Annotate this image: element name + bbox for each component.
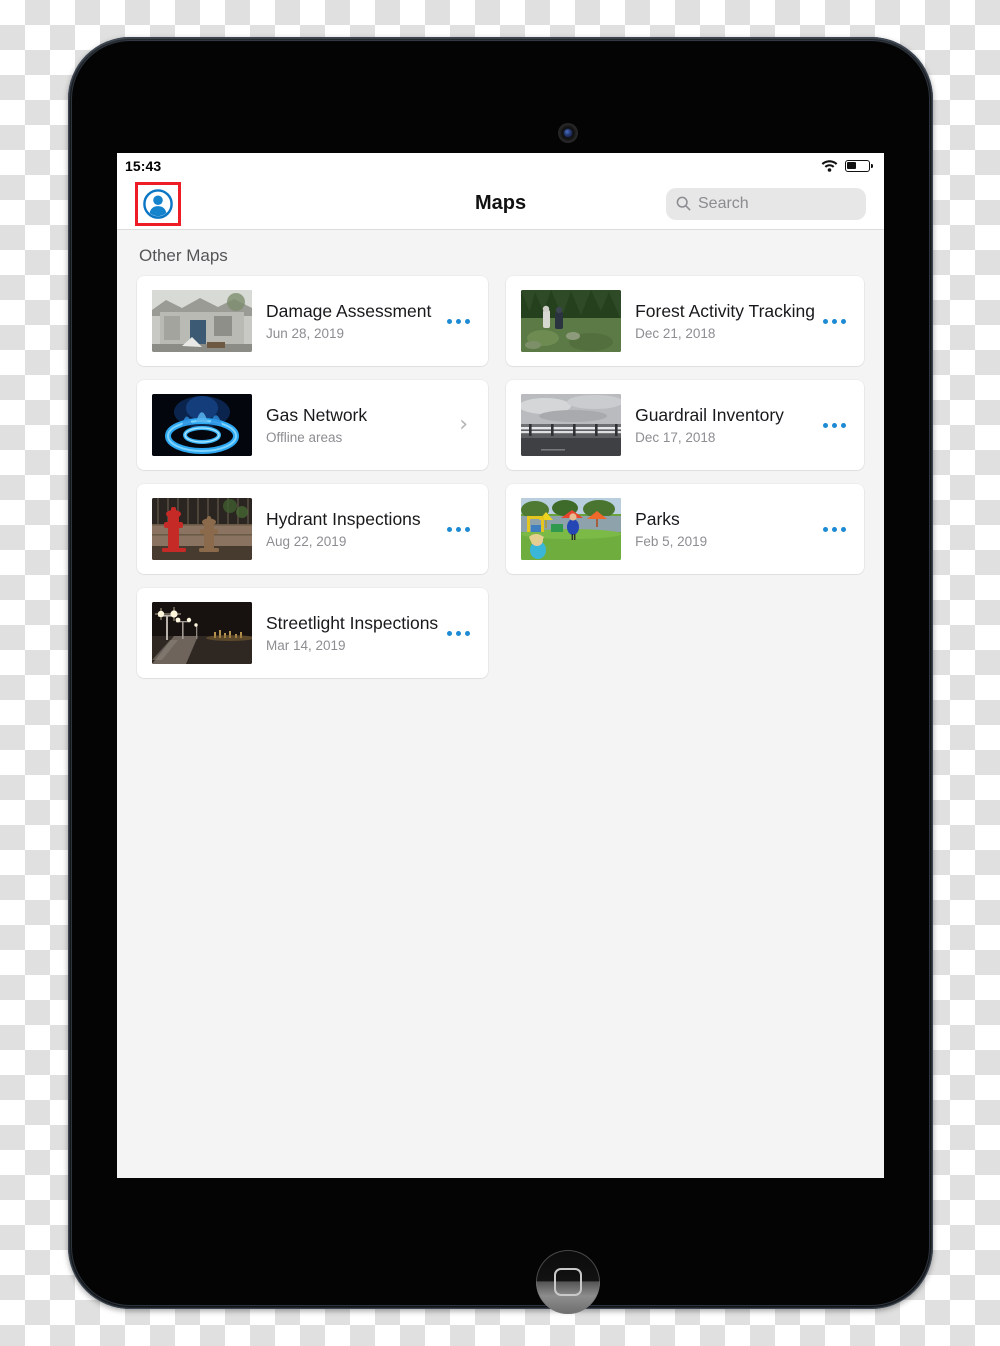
map-title: Damage Assessment — [266, 301, 432, 322]
profile-button[interactable] — [135, 181, 181, 226]
navigation-bar: Maps Search — [117, 178, 884, 230]
map-overflow-menu-icon[interactable] — [445, 623, 472, 644]
map-card-text: Guardrail Inventory Dec 17, 2018 — [621, 405, 815, 445]
map-thumbnail-night-streetlights — [152, 602, 252, 664]
map-card-gas-network[interactable]: Gas Network Offline areas › — [137, 380, 489, 470]
maps-card-grid: Damage Assessment Jun 28, 2019 Forest Ac… — [137, 276, 864, 678]
map-thumbnail-playground — [521, 498, 622, 560]
map-overflow-menu-icon[interactable] — [445, 311, 472, 332]
map-card-text: Forest Activity Tracking Dec 21, 2018 — [621, 301, 815, 341]
map-thumbnail-gas-burner — [152, 394, 252, 456]
map-overflow-menu-icon[interactable] — [445, 519, 472, 540]
map-card-guardrail-inventory[interactable]: Guardrail Inventory Dec 17, 2018 — [506, 380, 864, 470]
device-screen: 15:43 Maps Search Other Maps Damage Asse… — [117, 153, 884, 1178]
map-subtitle: Aug 22, 2019 — [266, 533, 347, 549]
camera-lens — [564, 129, 572, 137]
status-bar-indicators — [821, 159, 873, 172]
map-overflow-menu-icon[interactable] — [821, 311, 848, 332]
map-overflow-menu-icon[interactable] — [821, 519, 848, 540]
map-subtitle: Dec 17, 2018 — [635, 429, 716, 445]
battery-fill-level — [847, 161, 857, 170]
map-card-text: Damage Assessment Jun 28, 2019 — [252, 301, 439, 341]
map-overflow-menu-icon[interactable] — [821, 415, 848, 436]
map-title: Hydrant Inspections — [266, 509, 421, 530]
map-title: Forest Activity Tracking — [635, 301, 815, 322]
search-input[interactable]: Search — [666, 187, 866, 220]
maps-content-area: Other Maps Damage Assessment Jun 28, 201… — [117, 230, 884, 678]
map-card-text: Parks Feb 5, 2019 — [621, 509, 815, 549]
chevron-right-icon[interactable]: › — [455, 408, 472, 442]
profile-avatar-icon — [143, 188, 173, 219]
map-subtitle: Dec 21, 2018 — [635, 325, 716, 341]
home-button-square-icon — [554, 1268, 582, 1296]
map-card-forest-activity-tracking[interactable]: Forest Activity Tracking Dec 21, 2018 — [506, 276, 864, 366]
section-header-other-maps: Other Maps — [139, 246, 228, 265]
map-thumbnail-fire-hydrants — [152, 498, 252, 560]
map-thumbnail-guardrail — [521, 394, 622, 456]
map-title: Gas Network — [266, 405, 368, 426]
map-thumbnail-forest-workers — [521, 290, 622, 352]
map-title: Streetlight Inspections — [266, 613, 439, 634]
search-placeholder-text: Search — [698, 194, 749, 212]
map-subtitle: Offline areas — [266, 429, 343, 445]
map-card-text: Hydrant Inspections Aug 22, 2019 — [252, 509, 439, 549]
map-card-damage-assessment[interactable]: Damage Assessment Jun 28, 2019 — [137, 276, 489, 366]
status-bar-time: 15:43 — [125, 157, 162, 174]
map-title: Guardrail Inventory — [635, 405, 784, 426]
map-card-parks[interactable]: Parks Feb 5, 2019 — [506, 484, 864, 574]
wifi-icon — [821, 160, 838, 172]
map-subtitle: Jun 28, 2019 — [266, 325, 345, 341]
map-title: Parks — [635, 509, 680, 530]
map-card-hydrant-inspections[interactable]: Hydrant Inspections Aug 22, 2019 — [137, 484, 489, 574]
front-camera-icon — [558, 123, 578, 143]
map-card-text: Streetlight Inspections Mar 14, 2019 — [252, 613, 439, 653]
battery-icon — [845, 159, 873, 172]
map-subtitle: Feb 5, 2019 — [635, 533, 708, 549]
map-card-text: Gas Network Offline areas — [252, 405, 449, 445]
map-card-streetlight-inspections[interactable]: Streetlight Inspections Mar 14, 2019 — [137, 588, 489, 678]
map-thumbnail-damaged-house — [152, 290, 252, 352]
search-icon — [676, 196, 691, 211]
home-button[interactable] — [536, 1250, 600, 1314]
map-subtitle: Mar 14, 2019 — [266, 637, 346, 653]
status-bar: 15:43 — [117, 153, 884, 178]
